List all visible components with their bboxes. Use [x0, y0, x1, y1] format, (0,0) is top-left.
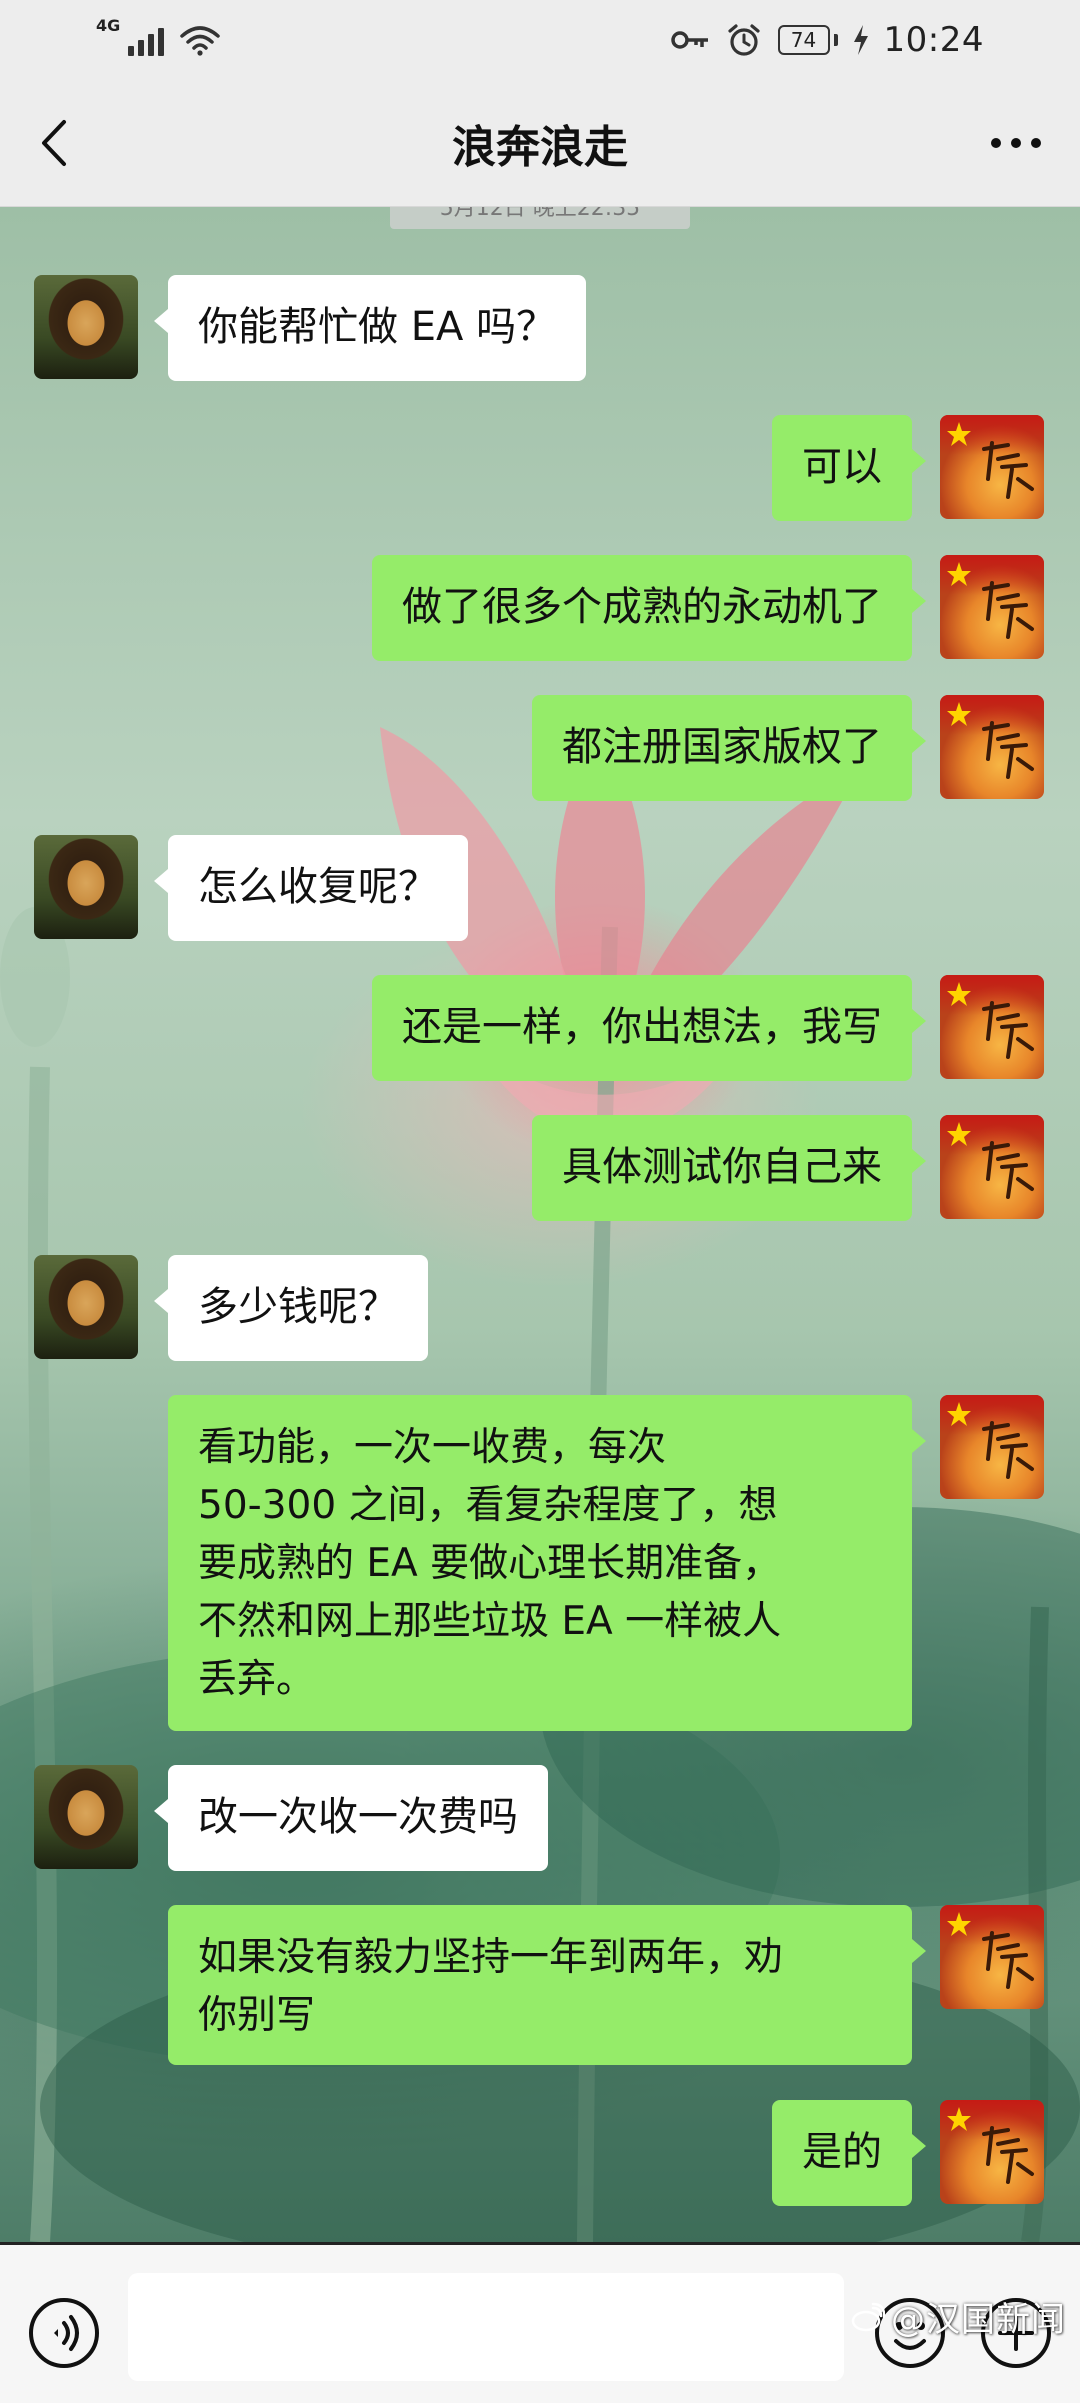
- alarm-icon: [727, 24, 760, 56]
- my-avatar[interactable]: [940, 695, 1044, 799]
- key-icon: [670, 31, 708, 49]
- star-icon: [947, 2107, 971, 2131]
- more-dots-icon: [991, 138, 1041, 148]
- contact-avatar[interactable]: [34, 835, 138, 939]
- contact-avatar[interactable]: [34, 275, 138, 379]
- star-icon: [947, 1402, 971, 1426]
- watermark: @汉国新闻: [851, 2292, 1066, 2341]
- star-icon: [947, 982, 971, 1006]
- contact-avatar[interactable]: [34, 1765, 138, 1869]
- calligraphy-mark: [982, 721, 1034, 779]
- message-input[interactable]: [128, 2273, 844, 2381]
- status-bar: 4G 74 10:24: [0, 0, 1080, 80]
- signal-icon: [128, 24, 165, 56]
- chat-timestamp: 5月12日 晚上22:35: [390, 207, 690, 229]
- voice-icon[interactable]: [26, 2295, 102, 2371]
- message-bubble-sent[interactable]: 如果没有毅力坚持一年到两年，劝 你别写: [168, 1905, 926, 2065]
- wifi-icon: [180, 26, 221, 56]
- back-button[interactable]: [24, 110, 84, 176]
- my-avatar[interactable]: [940, 555, 1044, 659]
- star-icon: [947, 422, 971, 446]
- star-icon: [947, 562, 971, 586]
- more-button[interactable]: [976, 113, 1056, 173]
- message-bubble-received[interactable]: 你能帮忙做 EA 吗？: [153, 275, 587, 381]
- message-bubble-sent[interactable]: 都注册国家版权了: [532, 695, 926, 801]
- calligraphy-mark: [982, 581, 1034, 639]
- chat-title: 浪奔浪走: [452, 122, 628, 173]
- chat-area[interactable]: 5月12日 晚上22:35 你能帮忙做 EA 吗？ 可以 做了很多个成熟的永动机…: [0, 207, 1080, 2242]
- my-avatar[interactable]: [940, 1395, 1044, 1499]
- calligraphy-mark: [982, 441, 1034, 499]
- calligraphy-mark: [982, 1421, 1034, 1479]
- calligraphy-mark: [982, 2126, 1034, 2184]
- weibo-logo-icon: [851, 2302, 885, 2331]
- status-left: 4G: [96, 16, 221, 56]
- battery-level: 74: [790, 28, 817, 52]
- message-bubble-sent[interactable]: 是的: [772, 2100, 926, 2206]
- chevron-left-icon: [42, 120, 66, 166]
- message-bubble-sent[interactable]: 可以: [772, 415, 926, 521]
- network-type: 4G: [96, 16, 121, 35]
- message-bubble-sent[interactable]: 看功能，一次一收费，每次 50-300 之间，看复杂程度了，想 要成熟的 EA …: [168, 1395, 926, 1731]
- my-avatar[interactable]: [940, 415, 1044, 519]
- contact-avatar[interactable]: [34, 1255, 138, 1359]
- status-time: 10:24: [883, 20, 984, 60]
- calligraphy-mark: [982, 1001, 1034, 1059]
- message-bubble-received[interactable]: 多少钱呢？: [154, 1255, 428, 1361]
- status-right: 74 10:24: [670, 18, 984, 62]
- message-bubble-received[interactable]: 改一次收一次费吗: [154, 1765, 548, 1871]
- message-bubble-sent[interactable]: 做了很多个成熟的永动机了: [372, 555, 926, 661]
- message-bubble-sent[interactable]: 具体测试你自己来: [532, 1115, 926, 1221]
- calligraphy-mark: [982, 1931, 1034, 1989]
- star-icon: [947, 702, 971, 726]
- charging-bolt-icon: [853, 25, 868, 55]
- my-avatar[interactable]: [940, 975, 1044, 1079]
- my-avatar[interactable]: [940, 1115, 1044, 1219]
- star-icon: [947, 1122, 971, 1146]
- my-avatar[interactable]: [940, 2100, 1044, 2204]
- watermark-text: @汉国新闻: [891, 2300, 1066, 2340]
- message-bubble-received[interactable]: 怎么收复呢？: [154, 835, 468, 941]
- calligraphy-mark: [982, 1141, 1034, 1199]
- chat-header: 浪奔浪走: [0, 80, 1080, 207]
- battery-icon: 74: [777, 25, 838, 55]
- message-bubble-sent[interactable]: 还是一样，你出想法，我写: [372, 975, 926, 1081]
- star-icon: [947, 1912, 971, 1936]
- my-avatar[interactable]: [940, 1905, 1044, 2009]
